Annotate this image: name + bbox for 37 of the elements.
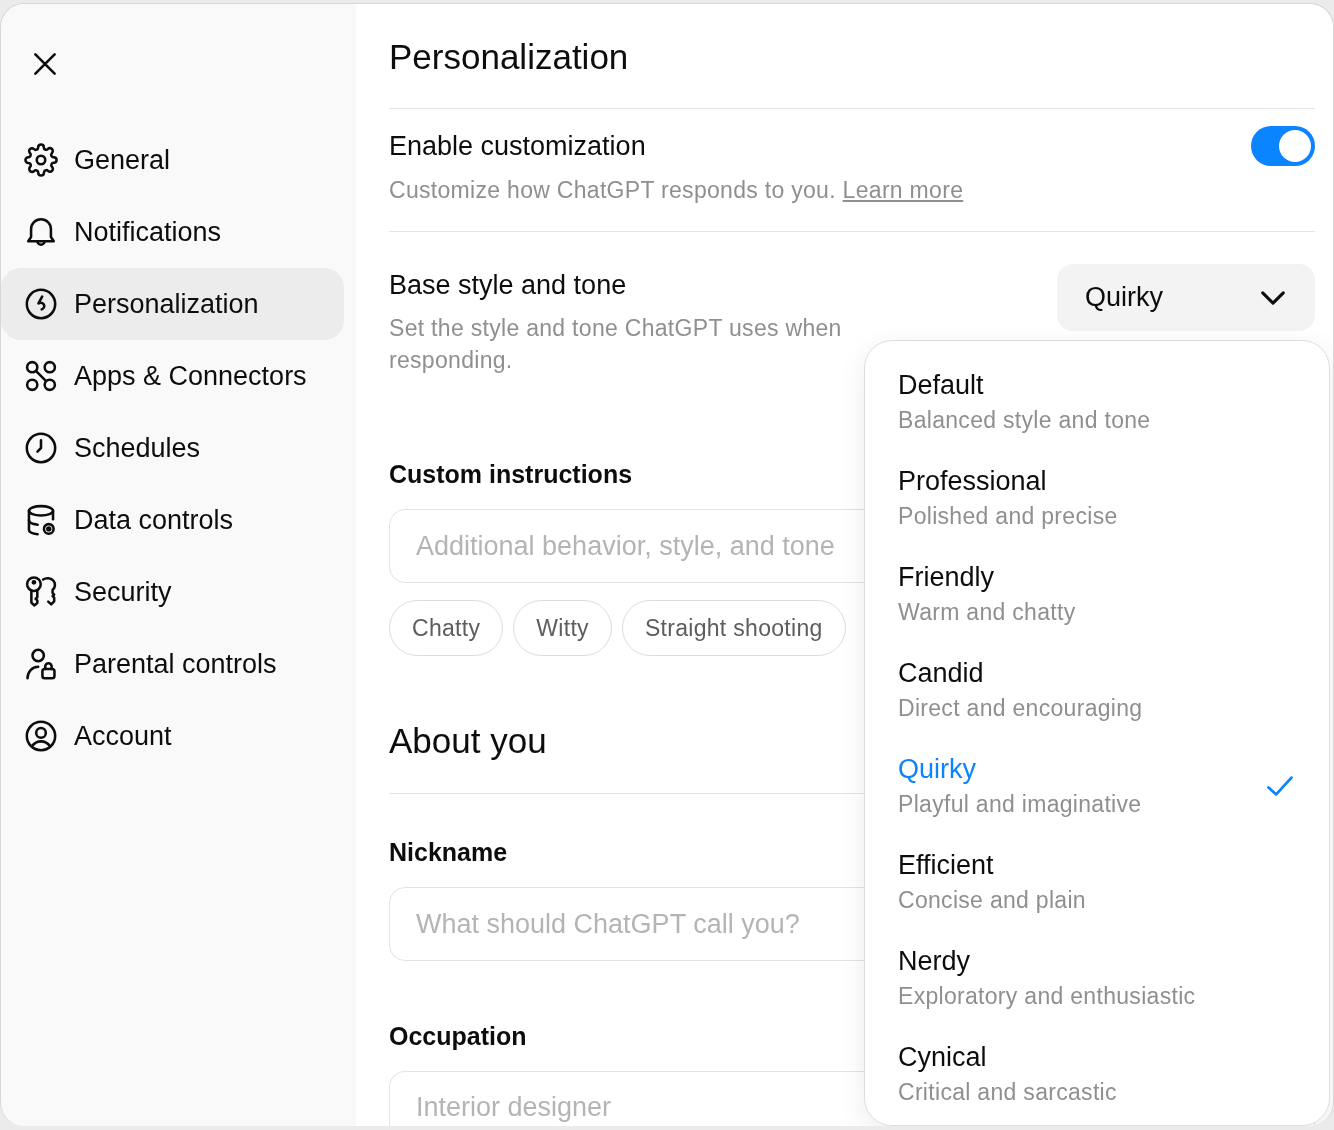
field-label: Nickname: [389, 837, 508, 868]
sidebar-item[interactable]: Data controls: [1, 484, 344, 556]
setting-label: Base style and tone: [389, 269, 627, 302]
sidebar-item[interactable]: Apps & Connectors: [1, 340, 344, 412]
person-lock-icon: [24, 647, 58, 681]
setting-label: Enable customization: [389, 130, 646, 163]
menu-option[interactable]: Candid Direct and encouraging: [865, 644, 1329, 740]
setting-description: Customize how ChatGPT responds to you. Learn more: [389, 176, 964, 205]
section-label: Custom instructions: [389, 459, 633, 490]
page-title: Personalization: [389, 36, 629, 78]
gear-icon: [24, 143, 58, 177]
close-icon: [34, 53, 56, 75]
connected-circles-icon: [24, 359, 58, 393]
sidebar-item[interactable]: Account: [1, 700, 344, 772]
chevron-down-icon: [1261, 290, 1285, 305]
swirl-circle-icon: [24, 287, 58, 321]
suggestion-chip[interactable]: Straight shooting: [621, 600, 846, 656]
suggestion-chip[interactable]: Chatty: [389, 600, 504, 656]
field-label: Occupation: [389, 1021, 527, 1052]
clock-icon: [24, 431, 58, 465]
toggle-switch[interactable]: [1251, 126, 1315, 166]
menu-option[interactable]: Quirky Playful and imaginative: [865, 740, 1329, 836]
menu-option[interactable]: Default Balanced style and tone: [865, 356, 1329, 452]
setting-description: Set the style and tone ChatGPT uses when responding.: [389, 314, 843, 375]
sidebar-item[interactable]: Security: [1, 556, 344, 628]
sidebar-item[interactable]: Parental controls: [1, 628, 344, 700]
suggestion-chip[interactable]: Witty: [513, 600, 612, 656]
keys-icon: [24, 575, 58, 609]
bell-icon: [24, 215, 58, 249]
section-title: About you: [389, 720, 547, 762]
user-circle-icon: [24, 719, 58, 753]
style-dropdown[interactable]: Quirky: [1057, 264, 1315, 331]
sidebar-item[interactable]: Schedules: [1, 412, 344, 484]
check-icon: [1267, 775, 1293, 796]
sidebar-item[interactable]: Personalization: [1, 268, 344, 340]
sidebar-item[interactable]: General: [1, 124, 344, 196]
sidebar-item[interactable]: Notifications: [1, 196, 344, 268]
